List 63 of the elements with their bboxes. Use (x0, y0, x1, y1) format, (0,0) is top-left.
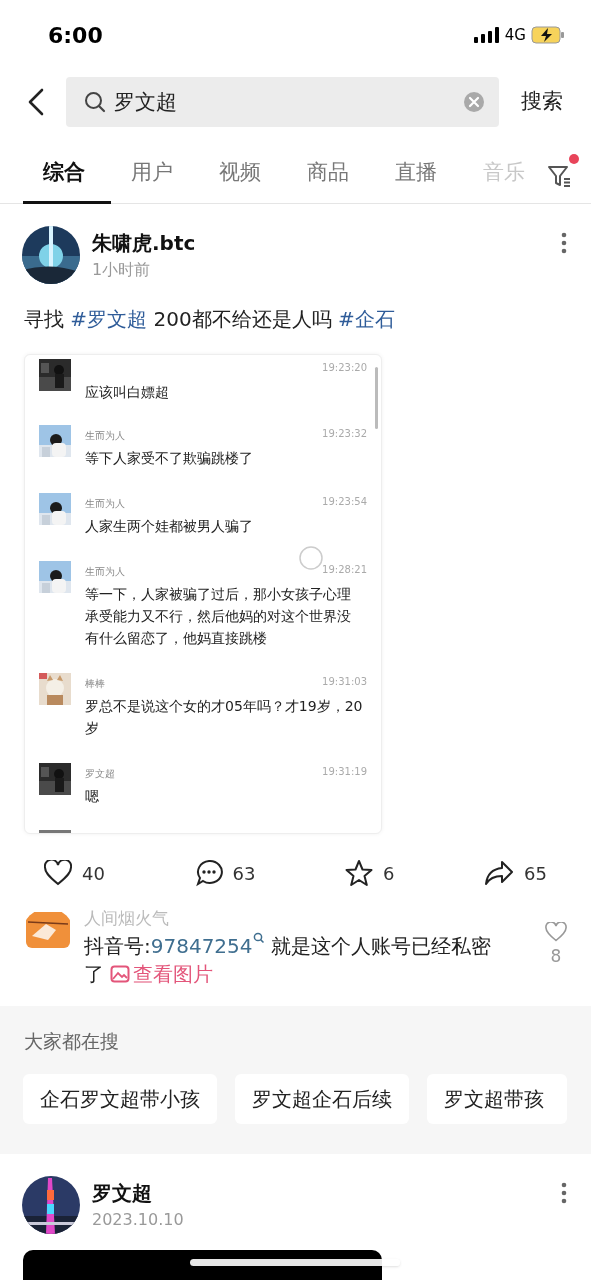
chat-message-time: 19:23:32 (322, 427, 367, 441)
star-icon (345, 859, 374, 887)
author-name[interactable]: 罗文超 (92, 1178, 184, 1208)
post-time: 2023.10.10 (92, 1209, 184, 1231)
chat-message-time: 19:31:03 (322, 675, 367, 689)
chat-sender-name: 生而为人 (85, 564, 125, 579)
account-id-link[interactable]: 97847254 (150, 934, 265, 958)
search-field[interactable]: 罗文超 (66, 77, 499, 127)
search-icon (252, 932, 265, 944)
tab[interactable]: 直播 (375, 142, 463, 203)
chat-message-text: 嗯 (85, 787, 100, 806)
avatar[interactable] (22, 1176, 80, 1234)
loading-spinner-icon (298, 545, 324, 571)
chat-message-text: 等下人家受不了欺骗跳楼了 (85, 449, 254, 468)
comment-text: 抖音号:97847254 就是这个人账号已经私密了 查看图片 (84, 932, 492, 988)
author-name[interactable]: 朱啸虎.btc (92, 228, 196, 258)
chat-sender-name: 生而为人 (85, 496, 125, 511)
post-text: 寻找 #罗文超 200都不给还是人吗 #企石 (23, 306, 396, 333)
tab[interactable]: 商品 (287, 142, 375, 203)
share-button[interactable]: 65 (484, 859, 547, 887)
like-button[interactable]: 40 (44, 859, 105, 887)
chat-message-time: 19:28:21 (322, 563, 367, 577)
chat-sender-name: 棒棒 (85, 676, 105, 691)
chat-sender-name: 生而为人 (85, 428, 125, 443)
hashtag-link[interactable]: #企石 (338, 307, 395, 331)
share-icon (484, 860, 515, 886)
tab[interactable]: 综合 (23, 142, 111, 203)
heart-icon (545, 922, 567, 942)
search-button[interactable]: 搜索 (519, 86, 565, 118)
search-suggestion-chip[interactable]: 罗文超企石后续 (235, 1074, 409, 1124)
section-title: 大家都在搜 (23, 1029, 120, 1054)
chat-message-text: 人家生两个娃都被男人骗了 (85, 517, 254, 536)
search-suggestion-chip[interactable]: 企石罗文超带小孩 (23, 1074, 217, 1124)
heart-icon (44, 860, 72, 886)
more-icon[interactable] (561, 232, 567, 254)
tab[interactable]: 视频 (199, 142, 287, 203)
chat-message-time: 19:23:20 (322, 361, 367, 375)
image-icon (110, 965, 131, 983)
search-icon (84, 91, 106, 113)
scrollbar (375, 367, 378, 429)
tab[interactable]: 用户 (111, 142, 199, 203)
status-time: 6:00 (48, 21, 103, 50)
chat-screenshot[interactable]: 应该叫白嫖超 19:23:20 生而为人 等下人家受不了欺骗跳楼了 19:23:32 生而为人 人家生两个娃都被男人骗了 19:23:54 生而为人 等一下，人家被骗了过后，那小女孩子心理承受能力又不行，然后他妈的对这个世界没有什么留恋了，他妈直接跳楼 19:28:21 棒棒 罗总不是说这个女的才05年吗？才19岁，20岁 19:31:03 罗文超 嗯 19:31:19 (24, 354, 382, 834)
filter-icon[interactable] (547, 164, 573, 188)
post-time: 1小时前 (92, 259, 152, 281)
chat-message-text: 应该叫白嫖超 (85, 383, 170, 402)
more-icon[interactable] (561, 1182, 567, 1204)
comment-button[interactable]: 63 (194, 859, 256, 887)
signal-icon (473, 27, 500, 43)
search-suggestion-chip[interactable]: 罗文超带孩 (427, 1074, 567, 1124)
battery-icon (531, 26, 565, 44)
comment-icon (194, 859, 223, 887)
avatar[interactable] (22, 226, 80, 284)
hashtag-link[interactable]: #罗文超 (70, 307, 148, 331)
chat-message-time: 19:31:19 (322, 765, 367, 779)
back-icon[interactable] (26, 87, 46, 117)
star-button[interactable]: 6 (345, 859, 395, 887)
chat-message-text: 罗总不是说这个女的才05年吗？才19岁，20岁 (85, 697, 363, 738)
chat-sender-name: 罗文超 (85, 766, 115, 781)
chat-message-time: 19:23:54 (322, 495, 367, 509)
chat-message-text: 等一下，人家被骗了过后，那小女孩子心理承受能力又不行，然后他妈的对这个世界没有什么留恋了，他妈直接跳楼 (85, 585, 352, 648)
view-image-link[interactable]: 查看图片 (110, 960, 214, 988)
network-label: 4G (504, 24, 526, 46)
